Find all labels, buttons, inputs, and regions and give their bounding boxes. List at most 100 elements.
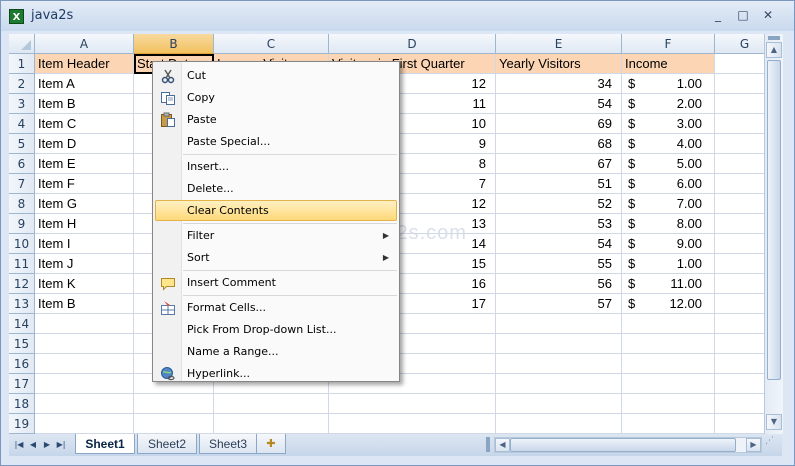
select-all-corner[interactable]	[9, 34, 35, 54]
cell-g1[interactable]	[715, 54, 764, 74]
prev-sheet-icon[interactable]: ◀	[27, 439, 39, 451]
cell-e4[interactable]: 69	[496, 114, 622, 134]
cell-e17[interactable]	[496, 374, 622, 394]
row-header[interactable]: 6	[9, 154, 35, 174]
split-handle[interactable]	[768, 36, 780, 40]
row-header[interactable]: 3	[9, 94, 35, 114]
row-header[interactable]: 12	[9, 274, 35, 294]
cell-a3[interactable]: Item B	[35, 94, 134, 114]
cell-a19[interactable]	[35, 414, 134, 434]
cell-a16[interactable]	[35, 354, 134, 374]
cell-g9[interactable]	[715, 214, 764, 234]
row-header[interactable]: 10	[9, 234, 35, 254]
cell-a6[interactable]: Item E	[35, 154, 134, 174]
cell-f14[interactable]	[622, 314, 715, 334]
cell-a18[interactable]	[35, 394, 134, 414]
menu-item-copy[interactable]: Copy	[155, 87, 397, 108]
menu-item-paste-special[interactable]: Paste Special...	[155, 131, 397, 152]
cell-g2[interactable]	[715, 74, 764, 94]
column-header-b[interactable]: B	[134, 34, 214, 54]
menu-item-cut[interactable]: Cut	[155, 65, 397, 86]
sheet-tab-sheet1[interactable]: Sheet1	[75, 434, 135, 454]
insert-sheet-icon[interactable]: ✚	[256, 434, 286, 454]
row-header[interactable]: 15	[9, 334, 35, 354]
menu-item-name-a-range[interactable]: Name a Range...	[155, 341, 397, 362]
sheet-tab-sheet3[interactable]: Sheet3	[199, 434, 257, 454]
cell-e5[interactable]: 68	[496, 134, 622, 154]
cell-e19[interactable]	[496, 414, 622, 434]
cell-g6[interactable]	[715, 154, 764, 174]
cell-f2[interactable]: $1.00	[622, 74, 715, 94]
cell-f3[interactable]: $2.00	[622, 94, 715, 114]
row-header[interactable]: 5	[9, 134, 35, 154]
cell-a1[interactable]: Item Header	[35, 54, 134, 74]
cell-e12[interactable]: 56	[496, 274, 622, 294]
cell-g4[interactable]	[715, 114, 764, 134]
menu-item-filter[interactable]: Filter ▶	[155, 225, 397, 246]
row-header[interactable]: 8	[9, 194, 35, 214]
cell-g17[interactable]	[715, 374, 764, 394]
row-header[interactable]: 14	[9, 314, 35, 334]
cell-e11[interactable]: 55	[496, 254, 622, 274]
cell-e18[interactable]	[496, 394, 622, 414]
cell-a7[interactable]: Item F	[35, 174, 134, 194]
last-sheet-icon[interactable]: ▶|	[55, 439, 67, 451]
cell-f7[interactable]: $6.00	[622, 174, 715, 194]
cell-g14[interactable]	[715, 314, 764, 334]
vertical-scrollbar[interactable]: ▲ ▼	[764, 34, 783, 434]
cell-g16[interactable]	[715, 354, 764, 374]
cell-a12[interactable]: Item K	[35, 274, 134, 294]
maximize-button[interactable]: □	[734, 7, 752, 23]
row-header[interactable]: 11	[9, 254, 35, 274]
scroll-right-icon[interactable]: ▶	[746, 438, 761, 452]
menu-item-insert-comment[interactable]: Insert Comment	[155, 272, 397, 293]
cell-e7[interactable]: 51	[496, 174, 622, 194]
close-button[interactable]: ✕	[759, 7, 777, 23]
vertical-scroll-thumb[interactable]	[767, 60, 781, 380]
row-header[interactable]: 13	[9, 294, 35, 314]
scroll-left-icon[interactable]: ◀	[495, 438, 510, 452]
cell-e13[interactable]: 57	[496, 294, 622, 314]
cell-f15[interactable]	[622, 334, 715, 354]
row-header[interactable]: 16	[9, 354, 35, 374]
cell-e6[interactable]: 67	[496, 154, 622, 174]
cell-g11[interactable]	[715, 254, 764, 274]
column-header-d[interactable]: D	[329, 34, 496, 54]
cell-f5[interactable]: $4.00	[622, 134, 715, 154]
menu-item-format-cells[interactable]: Format Cells...	[155, 297, 397, 318]
cell-f11[interactable]: $1.00	[622, 254, 715, 274]
cell-f17[interactable]	[622, 374, 715, 394]
resize-grip-icon[interactable]: ⋰	[765, 436, 781, 454]
cell-b18[interactable]	[134, 394, 214, 414]
cell-g12[interactable]	[715, 274, 764, 294]
row-header[interactable]: 1	[9, 54, 35, 74]
cell-f6[interactable]: $5.00	[622, 154, 715, 174]
column-header-c[interactable]: C	[214, 34, 329, 54]
cell-a10[interactable]: Item I	[35, 234, 134, 254]
column-header-g[interactable]: G	[715, 34, 764, 54]
row-header[interactable]: 4	[9, 114, 35, 134]
horizontal-scroll-thumb[interactable]	[510, 438, 736, 452]
cell-f1[interactable]: Income	[622, 54, 715, 74]
menu-item-pick-from-drop-down-list[interactable]: Pick From Drop-down List...	[155, 319, 397, 340]
menu-item-sort[interactable]: Sort ▶	[155, 247, 397, 268]
minimize-button[interactable]: _	[709, 7, 727, 23]
cell-g19[interactable]	[715, 414, 764, 434]
cell-a13[interactable]: Item B	[35, 294, 134, 314]
cell-e15[interactable]	[496, 334, 622, 354]
cell-g18[interactable]	[715, 394, 764, 414]
menu-item-insert[interactable]: Insert...	[155, 156, 397, 177]
cell-a8[interactable]: Item G	[35, 194, 134, 214]
cell-d19[interactable]	[329, 414, 496, 434]
cell-a9[interactable]: Item H	[35, 214, 134, 234]
column-header-f[interactable]: F	[622, 34, 715, 54]
cell-g5[interactable]	[715, 134, 764, 154]
cell-g3[interactable]	[715, 94, 764, 114]
cell-f19[interactable]	[622, 414, 715, 434]
row-header[interactable]: 2	[9, 74, 35, 94]
cell-a4[interactable]: Item C	[35, 114, 134, 134]
row-header[interactable]: 9	[9, 214, 35, 234]
cell-a14[interactable]	[35, 314, 134, 334]
cell-f9[interactable]: $8.00	[622, 214, 715, 234]
cell-g13[interactable]	[715, 294, 764, 314]
